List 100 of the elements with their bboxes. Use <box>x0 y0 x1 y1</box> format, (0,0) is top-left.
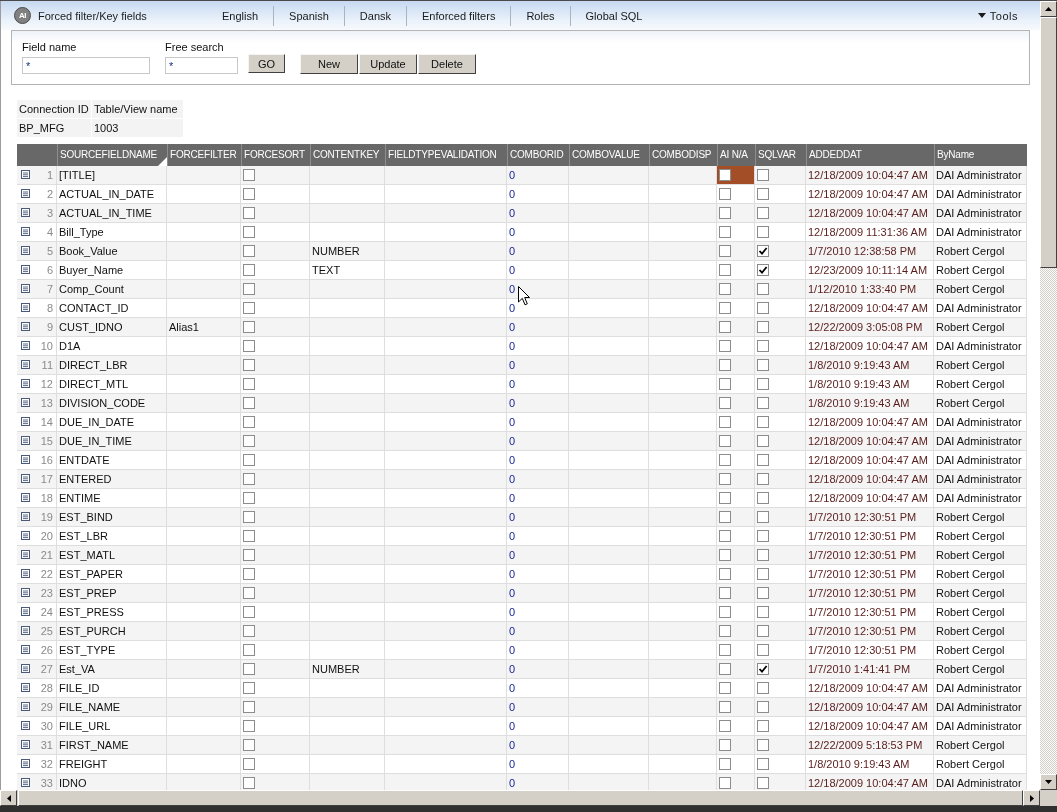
checkbox[interactable] <box>757 701 769 713</box>
checkbox[interactable] <box>757 511 769 523</box>
checkbox[interactable] <box>757 720 769 732</box>
checkbox[interactable] <box>243 340 255 352</box>
checkbox[interactable] <box>719 663 731 675</box>
checkbox[interactable] <box>243 321 255 333</box>
table-cell[interactable] <box>717 527 755 545</box>
table-cell[interactable] <box>717 508 755 526</box>
checkbox[interactable] <box>243 739 255 751</box>
checkbox[interactable] <box>719 207 731 219</box>
checkbox[interactable] <box>719 473 731 485</box>
checkbox[interactable] <box>243 245 255 257</box>
checkbox[interactable] <box>757 416 769 428</box>
checkbox[interactable] <box>757 378 769 390</box>
checkbox[interactable] <box>757 549 769 561</box>
checkbox[interactable] <box>757 435 769 447</box>
checkbox[interactable] <box>719 302 731 314</box>
checkbox[interactable] <box>243 720 255 732</box>
checkbox[interactable] <box>719 264 731 276</box>
table-row[interactable]: 16 ENTDATE 0 12/18/2009 10:04:47 AM DAI Administrator <box>17 451 1027 470</box>
action-button[interactable]: New <box>300 54 358 74</box>
checkbox[interactable] <box>243 682 255 694</box>
checkbox[interactable] <box>243 644 255 656</box>
list-icon[interactable] <box>21 227 30 236</box>
table-row[interactable]: 2 ACTUAL_IN_DATE 0 12/18/2009 10:04:47 AM DAI Administrator <box>17 185 1027 204</box>
table-cell[interactable] <box>717 603 755 621</box>
checkbox[interactable] <box>719 720 731 732</box>
table-cell[interactable] <box>717 375 755 393</box>
table-row[interactable]: 25 EST_PURCH 0 1/7/2010 12:30:51 PM Robert Cergol <box>17 622 1027 641</box>
checkbox[interactable] <box>757 245 769 257</box>
table-cell[interactable] <box>717 337 755 355</box>
checkbox[interactable] <box>757 473 769 485</box>
checkbox[interactable] <box>757 283 769 295</box>
checkbox[interactable] <box>243 492 255 504</box>
table-row[interactable]: 21 EST_MATL 0 1/7/2010 12:30:51 PM Robert Cergol <box>17 546 1027 565</box>
list-icon[interactable] <box>21 322 30 331</box>
checkbox[interactable] <box>757 587 769 599</box>
checkbox[interactable] <box>757 359 769 371</box>
list-icon[interactable] <box>21 721 30 730</box>
checkbox[interactable] <box>719 739 731 751</box>
table-cell[interactable] <box>717 660 755 678</box>
table-row[interactable]: 31 FIRST_NAME 0 12/22/2009 5:18:53 PM Robert Cergol <box>17 736 1027 755</box>
checkbox[interactable] <box>757 264 769 276</box>
checkbox[interactable] <box>757 663 769 675</box>
checkbox[interactable] <box>243 264 255 276</box>
checkbox[interactable] <box>719 245 731 257</box>
text-field[interactable]: * <box>165 57 238 74</box>
checkbox[interactable] <box>719 644 731 656</box>
checkbox[interactable] <box>757 758 769 770</box>
checkbox[interactable] <box>757 321 769 333</box>
table-row[interactable]: 32 FREIGHT 0 1/8/2010 9:19:43 AM Robert Cergol <box>17 755 1027 774</box>
checkbox[interactable] <box>719 226 731 238</box>
checkbox[interactable] <box>757 777 769 789</box>
checkbox[interactable] <box>243 473 255 485</box>
checkbox[interactable] <box>719 511 731 523</box>
table-row[interactable]: 29 FILE_NAME 0 12/18/2009 10:04:47 AM DAI Administrator <box>17 698 1027 717</box>
table-row[interactable]: 22 EST_PAPER 0 1/7/2010 12:30:51 PM Robert Cergol <box>17 565 1027 584</box>
checkbox[interactable] <box>719 549 731 561</box>
checkbox[interactable] <box>243 758 255 770</box>
text-field[interactable]: * <box>22 57 150 74</box>
list-icon[interactable] <box>21 778 30 787</box>
list-icon[interactable] <box>21 265 30 274</box>
list-icon[interactable] <box>21 512 30 521</box>
checkbox[interactable] <box>757 739 769 751</box>
table-cell[interactable] <box>717 641 755 659</box>
checkbox[interactable] <box>757 169 769 181</box>
go-button[interactable]: GO <box>248 54 285 73</box>
checkbox[interactable] <box>243 435 255 447</box>
table-cell[interactable] <box>717 432 755 450</box>
table-cell[interactable] <box>717 280 755 298</box>
checkbox[interactable] <box>719 606 731 618</box>
table-cell[interactable] <box>717 565 755 583</box>
table-cell[interactable] <box>717 185 755 203</box>
scroll-left-button[interactable] <box>0 790 17 806</box>
checkbox[interactable] <box>243 416 255 428</box>
scroll-right-button[interactable] <box>1023 790 1040 806</box>
list-icon[interactable] <box>21 531 30 540</box>
checkbox[interactable] <box>719 682 731 694</box>
list-icon[interactable] <box>21 569 30 578</box>
table-cell[interactable] <box>717 204 755 222</box>
table-row[interactable]: 1 [TITLE] 0 12/18/2009 10:04:47 AM DAI Administrator <box>17 166 1027 185</box>
table-row[interactable]: 3 ACTUAL_IN_TIME 0 12/18/2009 10:04:47 AM DAI Administrator <box>17 204 1027 223</box>
list-icon[interactable] <box>21 417 30 426</box>
list-icon[interactable] <box>21 455 30 464</box>
table-cell[interactable] <box>717 451 755 469</box>
table-row[interactable]: 6 Buyer_Name TEXT 0 12/23/2009 10:11:14 AM Robert Cergol <box>17 261 1027 280</box>
table-row[interactable]: 33 IDNO 0 12/18/2009 10:04:47 AM DAI Administrator <box>17 774 1027 790</box>
tools-menu[interactable]: Tools <box>977 9 1018 22</box>
checkbox[interactable] <box>719 492 731 504</box>
action-button[interactable]: Delete <box>418 54 476 74</box>
checkbox[interactable] <box>243 169 255 181</box>
checkbox[interactable] <box>243 454 255 466</box>
table-row[interactable]: 27 Est_VA NUMBER 0 1/7/2010 1:41:41 PM Robert Cergol <box>17 660 1027 679</box>
table-row[interactable]: 23 EST_PREP 0 1/7/2010 12:30:51 PM Robert Cergol <box>17 584 1027 603</box>
table-cell[interactable] <box>717 318 755 336</box>
checkbox[interactable] <box>243 701 255 713</box>
checkbox[interactable] <box>243 302 255 314</box>
table-cell[interactable] <box>717 299 755 317</box>
checkbox[interactable] <box>757 226 769 238</box>
table-row[interactable]: 8 CONTACT_ID 0 12/18/2009 10:04:47 AM DAI Administrator <box>17 299 1027 318</box>
